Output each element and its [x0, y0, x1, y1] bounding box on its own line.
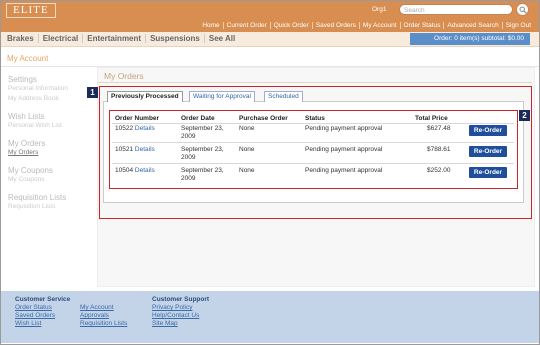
column-header-total-price: Total Price — [415, 115, 448, 122]
order-status: Pending payment approval — [305, 125, 383, 132]
sidebar-item-my-coupons[interactable]: My Coupons — [8, 175, 93, 185]
footer-link-privacy-policy[interactable]: Privacy Policy — [152, 304, 209, 312]
order-status: Pending payment approval — [305, 146, 383, 153]
order-date: September 23, 2009 — [181, 125, 224, 140]
category-entertainment[interactable]: Entertainment — [82, 34, 145, 43]
footer-link-saved-orders[interactable]: Saved Orders — [15, 312, 70, 320]
sidebar-heading-requisition: Requisition Lists — [8, 193, 67, 202]
callout-badge-1: 1 — [87, 87, 98, 98]
search-icon — [519, 6, 527, 14]
footer-heading-service: Customer Service — [15, 296, 71, 303]
order-total: $627.48 — [427, 125, 451, 132]
footer-heading-support: Customer Support — [152, 296, 210, 303]
sidebar-heading-wish-lists: Wish Lists — [8, 112, 45, 121]
column-header-purchase-order: Purchase Order — [239, 115, 288, 122]
nav-sign-out[interactable]: Sign Out — [501, 22, 534, 29]
top-links-bar: Home Current Order Quick Order Saved Ord… — [1, 20, 539, 32]
details-link[interactable]: Details — [135, 125, 155, 132]
nav-home[interactable]: Home — [199, 22, 222, 29]
search-button[interactable] — [516, 3, 529, 16]
category-brakes[interactable]: Brakes — [7, 34, 38, 43]
header-divider — [112, 123, 514, 124]
order-status: Pending payment approval — [305, 167, 383, 174]
footer-customer-service: Customer Service Order Status Saved Orde… — [15, 296, 70, 328]
sidebar-item-address-book[interactable]: My Address Book — [8, 94, 93, 104]
sidebar-item-my-orders[interactable]: My Orders — [8, 148, 93, 158]
sidebar-heading-settings: Settings — [8, 75, 37, 84]
footer-link-my-account[interactable]: My Account — [80, 304, 127, 312]
footer-link-requisition-lists[interactable]: Requisition Lists — [80, 320, 127, 328]
search-input[interactable]: Search — [399, 4, 513, 15]
orders-title-divider — [98, 82, 532, 83]
column-header-order-number: Order Number — [115, 115, 160, 122]
nav-my-account[interactable]: My Account — [358, 22, 400, 29]
nav-quick-order[interactable]: Quick Order — [269, 22, 312, 29]
order-total: $252.00 — [427, 167, 451, 174]
footer-link-order-status[interactable]: Order Status — [15, 304, 70, 312]
footer-link-wish-list[interactable]: Wish List — [15, 320, 70, 328]
purchase-order: None — [239, 167, 255, 174]
row-divider — [112, 163, 514, 164]
order-date: September 23, 2009 — [181, 167, 224, 182]
reorder-button[interactable]: Re-Order — [469, 167, 507, 178]
reorder-button[interactable]: Re-Order — [469, 146, 507, 157]
account-sidebar: Settings Personal Information My Address… — [8, 75, 93, 212]
footer-link-help-contact[interactable]: Help/Contact Us — [152, 312, 209, 320]
cart-summary[interactable]: Order: 0 item(s) subtotal: $0.00 — [410, 33, 530, 45]
category-see-all[interactable]: See All — [203, 34, 239, 43]
nav-saved-orders[interactable]: Saved Orders — [311, 22, 359, 29]
reorder-button[interactable]: Re-Order — [469, 125, 507, 136]
column-header-order-date: Order Date — [181, 115, 215, 122]
order-number: 10522 Details — [115, 125, 155, 132]
callout-badge-2: 2 — [519, 110, 530, 121]
order-date: September 23, 2009 — [181, 146, 224, 161]
page-title: My Account — [7, 54, 49, 63]
details-link[interactable]: Details — [135, 167, 155, 174]
elite-logo[interactable]: ELITE — [6, 3, 56, 18]
org-label: Org1 — [372, 6, 387, 13]
footer-link-site-map[interactable]: Site Map — [152, 320, 209, 328]
category-suspensions[interactable]: Suspensions — [145, 34, 204, 43]
sidebar-item-personal-wish-list[interactable]: Personal Wish List — [8, 121, 93, 131]
details-link[interactable]: Details — [135, 146, 155, 153]
purchase-order: None — [239, 125, 255, 132]
orders-title: My Orders — [104, 71, 144, 81]
purchase-order: None — [239, 146, 255, 153]
header-bar: ELITE Org1 Search — [1, 1, 539, 20]
order-number: 10504 Details — [115, 167, 155, 174]
order-total: $788.61 — [427, 146, 451, 153]
column-header-status: Status — [305, 115, 325, 122]
footer-link-approvals[interactable]: Approvals — [80, 312, 127, 320]
footer-customer-support: Customer Support Privacy Policy Help/Con… — [152, 296, 209, 328]
category-electrical[interactable]: Electrical — [37, 34, 83, 43]
sidebar-item-personal-info[interactable]: Personal Information — [8, 84, 93, 94]
row-divider — [112, 142, 514, 143]
sidebar-heading-my-coupons: My Coupons — [8, 166, 53, 175]
nav-current-order[interactable]: Current Order — [222, 22, 270, 29]
nav-order-status[interactable]: Order Status — [399, 22, 444, 29]
sidebar-heading-my-orders: My Orders — [8, 139, 46, 148]
order-number: 10521 Details — [115, 146, 155, 153]
sidebar-item-requisition-lists[interactable]: Requisition Lists — [8, 202, 93, 212]
footer-account-links: My Account Approvals Requisition Lists — [80, 304, 127, 328]
nav-advanced-search[interactable]: Advanced Search — [443, 22, 501, 29]
